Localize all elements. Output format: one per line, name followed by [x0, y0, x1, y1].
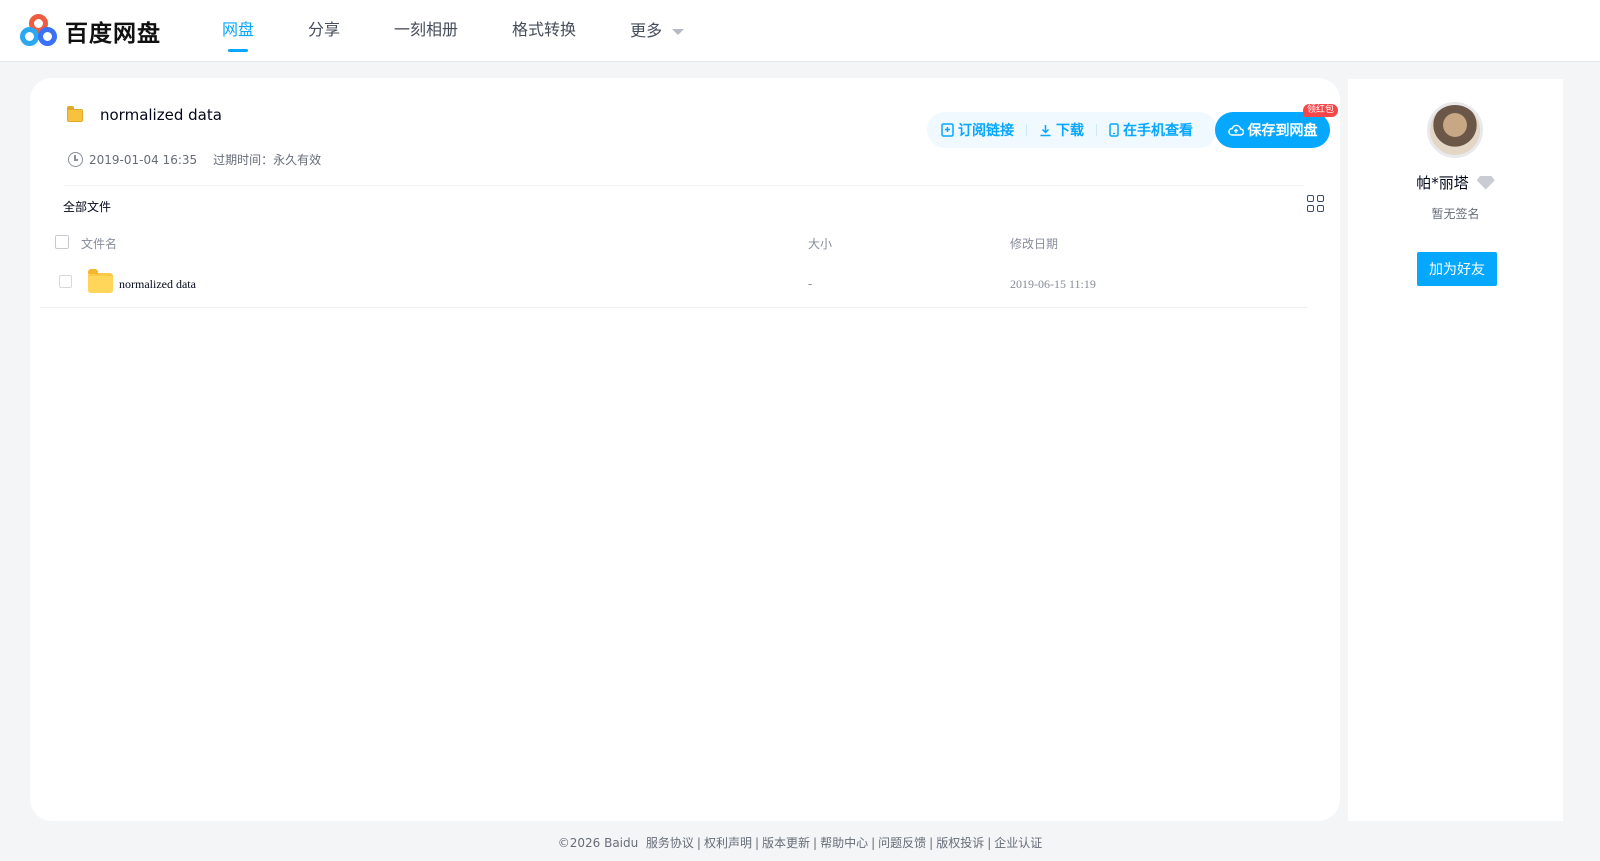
column-header-date[interactable]: 修改日期	[1010, 235, 1058, 252]
row-checkbox[interactable]	[59, 275, 72, 288]
nav-item-moment-album[interactable]: 一刻相册	[394, 0, 458, 61]
subscribe-link-label: 订阅链接	[958, 123, 1014, 139]
footer-link-version-update[interactable]: 版本更新	[762, 836, 810, 850]
footer-link-help-center[interactable]: 帮助中心	[820, 836, 868, 850]
share-meta: 2019-01-04 16:35 过期时间：永久有效	[68, 151, 321, 168]
download-label: 下载	[1056, 123, 1084, 139]
save-to-netdisk-label: 保存到网盘	[1247, 123, 1318, 139]
footer-link-feedback[interactable]: 问题反馈	[878, 836, 926, 850]
cloud-upload-icon	[1227, 124, 1244, 136]
vip-diamond-icon	[1476, 175, 1495, 190]
chevron-down-icon	[672, 29, 685, 35]
header-divider	[64, 185, 1304, 186]
page-footer: ©2026 Baidu 服务协议 | 权利声明 | 版本更新 | 帮助中心 | 问题反馈 | 版权投…	[557, 836, 1043, 850]
folder-icon	[67, 105, 83, 122]
download-button[interactable]: 下载	[1039, 120, 1084, 140]
baidu-netdisk-logo[interactable]: 百度网盘	[19, 13, 161, 49]
sharer-signature: 暂无签名	[1431, 207, 1480, 221]
sharer-name: 帕*丽塔	[1416, 174, 1469, 192]
action-divider	[1096, 124, 1097, 136]
sharer-name-row: 帕*丽塔	[1348, 172, 1563, 193]
nav-item-more[interactable]: 更多	[630, 0, 685, 61]
nav-item-netdisk[interactable]: 网盘	[222, 0, 254, 61]
footer-link-service-agreement[interactable]: 服务协议	[646, 836, 694, 850]
column-header-size[interactable]: 大小	[808, 235, 832, 252]
share-expire-time: 过期时间：永久有效	[213, 153, 322, 167]
clock-icon	[68, 152, 83, 167]
footer-link-copyright-complaint[interactable]: 版权投诉	[936, 836, 984, 850]
save-to-netdisk-button[interactable]: 保存到网盘	[1215, 112, 1330, 148]
file-modified-date: 2019-06-15 11:19	[1010, 277, 1096, 291]
share-created-time: 2019-01-04 16:35	[89, 152, 198, 167]
phone-icon	[1109, 123, 1119, 137]
subscribe-icon	[941, 123, 954, 137]
nav-item-share[interactable]: 分享	[308, 0, 340, 61]
select-all-checkbox[interactable]	[55, 235, 69, 249]
view-on-mobile-label: 在手机查看	[1123, 123, 1193, 139]
subscribe-link-button[interactable]: 订阅链接	[941, 120, 1014, 140]
sharer-profile-panel: 帕*丽塔 暂无签名 加为好友	[1348, 79, 1563, 821]
grid-view-icon[interactable]	[1307, 195, 1324, 212]
brand-name: 百度网盘	[65, 21, 161, 47]
table-row[interactable]: normalized data - 2019-06-15 11:19	[40, 261, 1308, 308]
footer-link-rights-statement[interactable]: 权利声明	[704, 836, 752, 850]
share-title: normalized data	[100, 106, 222, 124]
file-size: -	[808, 277, 813, 291]
file-name[interactable]: normalized data	[119, 277, 196, 292]
share-actions-bar: 订阅链接 下载 在手机查看	[927, 112, 1217, 148]
nav-item-format-convert[interactable]: 格式转换	[512, 0, 576, 61]
main-nav: 网盘 分享 一刻相册 格式转换 更多	[222, 0, 738, 61]
breadcrumb[interactable]: 全部文件	[63, 198, 111, 215]
top-header: 百度网盘 网盘 分享 一刻相册 格式转换 更多	[0, 0, 1600, 62]
view-on-mobile-button[interactable]: 在手机查看	[1109, 120, 1193, 140]
share-main-panel: normalized data 2019-01-04 16:35 过期时间：永久…	[30, 78, 1340, 821]
red-packet-badge[interactable]: 领红包	[1303, 104, 1339, 117]
folder-icon	[88, 269, 113, 293]
footer-link-enterprise-cert[interactable]: 企业认证	[994, 836, 1042, 850]
download-icon	[1040, 124, 1051, 136]
add-friend-button[interactable]: 加为好友	[1417, 252, 1497, 286]
action-divider	[1026, 124, 1027, 136]
column-header-name[interactable]: 文件名	[81, 235, 117, 252]
file-list-header: 文件名 大小 修改日期	[40, 226, 1308, 258]
nav-more-label: 更多	[630, 20, 663, 40]
share-title-row: normalized data	[67, 105, 222, 124]
logo-icon	[19, 13, 59, 49]
footer-copyright: ©2026 Baidu	[557, 836, 639, 850]
avatar[interactable]	[1427, 102, 1483, 158]
